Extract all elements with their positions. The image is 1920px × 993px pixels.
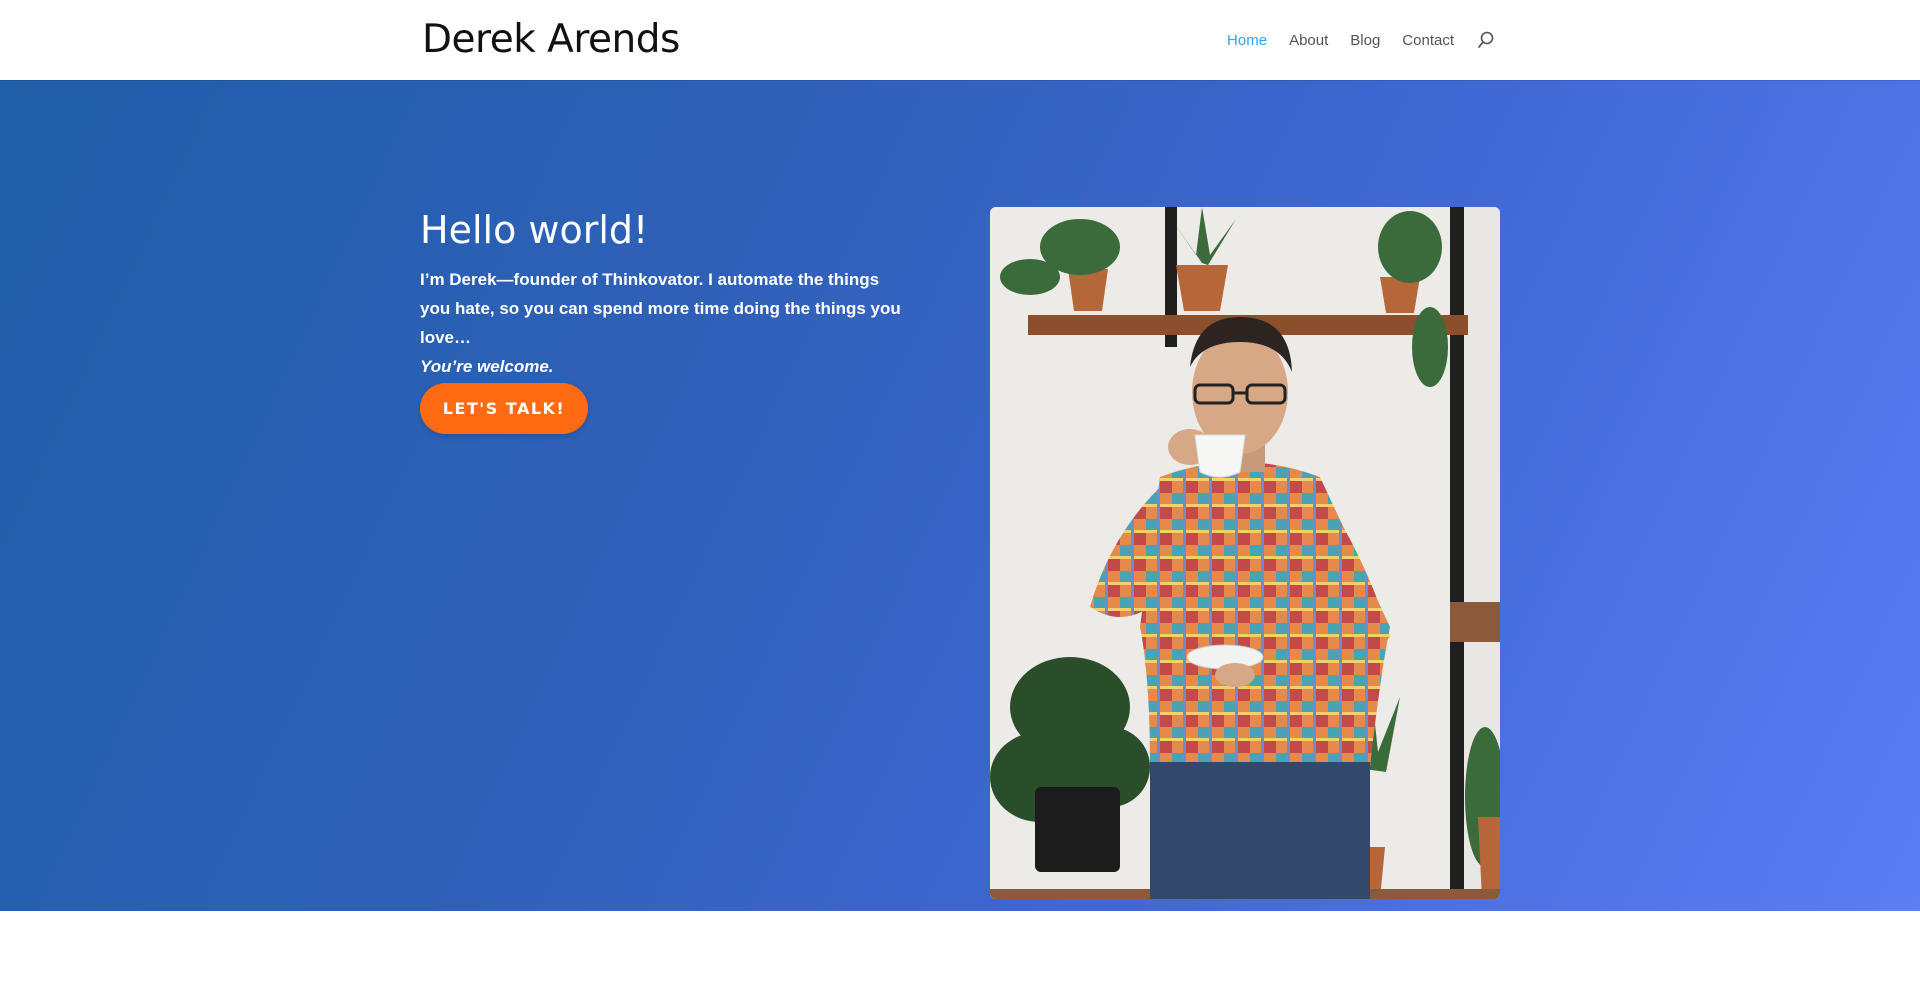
hero-body-text: I’m Derek—founder of Thinkovator. I auto… xyxy=(420,270,901,347)
nav-item-blog[interactable]: Blog xyxy=(1350,32,1380,49)
below-fold-section xyxy=(0,911,1920,993)
hero-section: Hello world! I’m Derek—founder of Thinko… xyxy=(0,80,1920,911)
nav-item-contact[interactable]: Contact xyxy=(1402,32,1454,49)
nav-item-home[interactable]: Home xyxy=(1227,32,1267,49)
hero-text-block: Hello world! I’m Derek—founder of Thinko… xyxy=(420,205,920,381)
hero-tagline: You’re welcome. xyxy=(420,357,554,376)
hero-title: Hello world! xyxy=(420,208,649,252)
lets-talk-button[interactable]: LET'S TALK! xyxy=(420,383,588,434)
hero-intro: I’m Derek—founder of Thinkovator. I auto… xyxy=(420,265,910,381)
search-icon[interactable] xyxy=(1476,30,1496,50)
site-header: Derek Arends Home About Blog Contact xyxy=(0,0,1920,80)
portrait-photo xyxy=(990,207,1500,899)
nav-item-about[interactable]: About xyxy=(1289,32,1328,49)
main-nav: Home About Blog Contact xyxy=(1227,24,1496,56)
site-logo[interactable]: Derek Arends xyxy=(422,14,680,66)
